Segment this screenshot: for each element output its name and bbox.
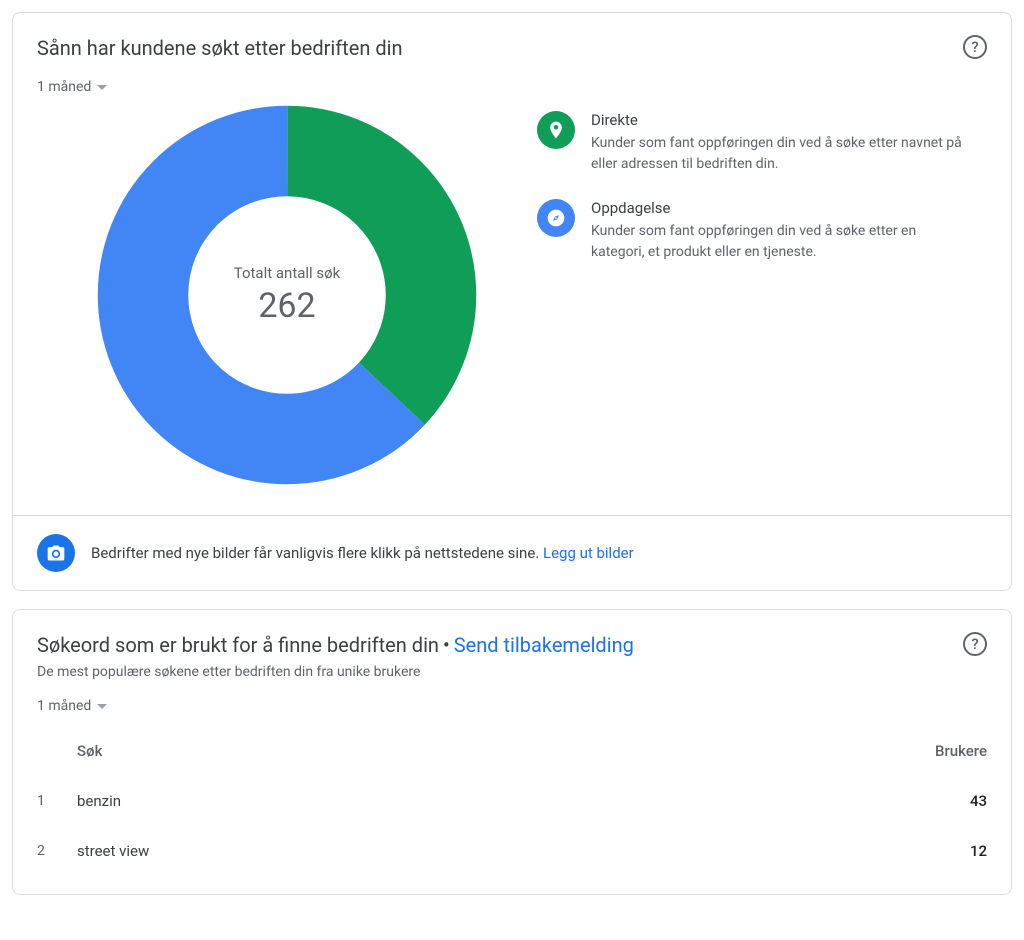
table-header: Søk Brukere <box>37 726 987 776</box>
help-icon[interactable]: ? <box>963 35 987 59</box>
period-selector[interactable]: 1 måned <box>13 680 131 714</box>
legend-item-direct: Direkte Kunder som fant oppføringen din … <box>537 111 971 175</box>
chevron-down-icon <box>97 85 107 90</box>
card-title: Sånn har kundene søkt etter bedriften di… <box>37 35 403 61</box>
card-subtitle: De mest populære søkene etter bedriften … <box>37 664 634 680</box>
search-queries-card: Søkeord som er brukt for å finne bedrift… <box>12 609 1012 895</box>
period-label: 1 måned <box>37 79 91 95</box>
legend-item-discovery: Oppdagelse Kunder som fant oppføringen d… <box>537 199 971 263</box>
footer-text-wrap: Bedrifter med nye bilder får vanligvis f… <box>91 544 634 562</box>
donut-center: Totalt antall søk 262 <box>234 264 341 326</box>
legend-desc: Kunder som fant oppføringen din ved å sø… <box>591 221 971 263</box>
send-feedback-link[interactable]: Send tilbakemelding <box>454 632 634 658</box>
donut-center-value: 262 <box>234 286 341 326</box>
row-index: 1 <box>37 793 77 809</box>
search-method-card: Sånn har kundene søkt etter bedriften di… <box>12 12 1012 591</box>
table-row: 1 benzin 43 <box>37 776 987 826</box>
row-users: 12 <box>897 842 987 860</box>
legend-title: Direkte <box>591 111 971 129</box>
card-title: Søkeord som er brukt for å finne bedrift… <box>37 632 439 658</box>
chart-area: Totalt antall søk 262 Direkte Kunder som… <box>13 95 1011 515</box>
legend-desc: Kunder som fant oppføringen din ved å sø… <box>591 133 971 175</box>
donut-center-label: Totalt antall søk <box>234 264 341 282</box>
card-header: Søkeord som er brukt for å finne bedrift… <box>13 610 1011 680</box>
row-users: 43 <box>897 792 987 810</box>
period-label: 1 måned <box>37 698 91 714</box>
legend-title: Oppdagelse <box>591 199 971 217</box>
footer-text: Bedrifter med nye bilder får vanligvis f… <box>91 544 539 562</box>
chart-legend: Direkte Kunder som fant oppføringen din … <box>537 105 971 485</box>
pin-icon <box>537 111 575 149</box>
table-row: 2 street view 12 <box>37 826 987 876</box>
camera-icon <box>37 534 75 572</box>
donut-chart: Totalt antall søk 262 <box>97 105 477 485</box>
col-users-header: Brukere <box>897 742 987 760</box>
help-icon[interactable]: ? <box>963 632 987 656</box>
chevron-down-icon <box>97 704 107 709</box>
dot-separator: • <box>443 632 450 658</box>
col-term-header: Søk <box>77 742 897 760</box>
card-footer: Bedrifter med nye bilder får vanligvis f… <box>13 515 1011 590</box>
queries-table: Søk Brukere 1 benzin 43 2 street view 12 <box>13 714 1011 894</box>
period-selector[interactable]: 1 måned <box>13 61 131 95</box>
compass-icon <box>537 199 575 237</box>
row-term: benzin <box>77 792 897 810</box>
upload-photos-link[interactable]: Legg ut bilder <box>543 544 634 562</box>
card-header: Sånn har kundene søkt etter bedriften di… <box>13 13 1011 61</box>
row-index: 2 <box>37 843 77 859</box>
row-term: street view <box>77 842 897 860</box>
